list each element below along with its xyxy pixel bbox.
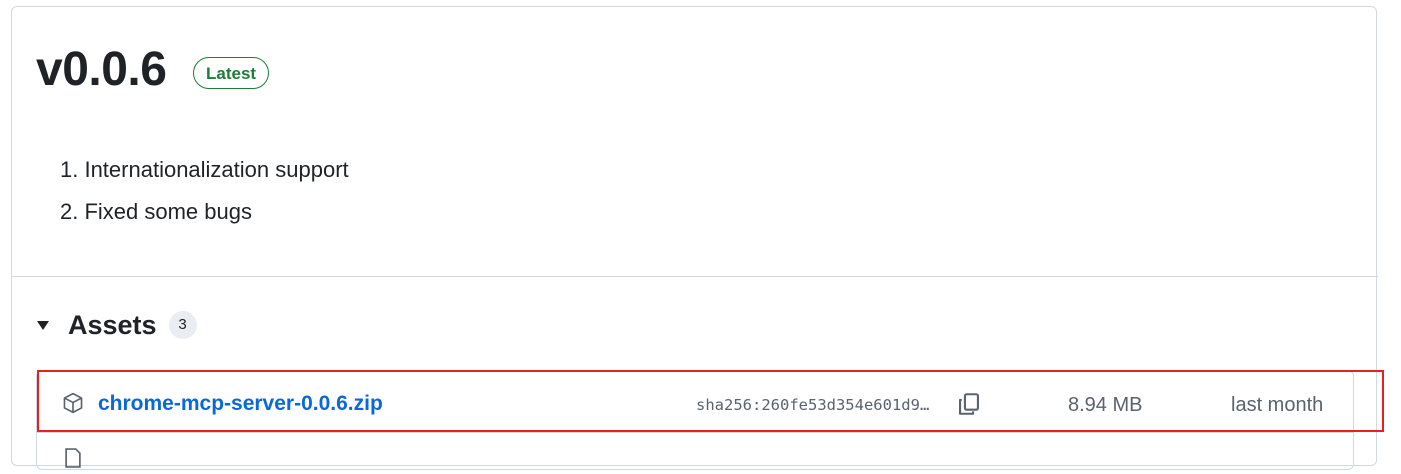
asset-download-link[interactable]: chrome-mcp-server-0.0.6.zip [98, 390, 383, 418]
release-notes-list: 1. Internationalization support 2. Fixed… [60, 152, 349, 236]
package-icon [62, 392, 84, 414]
release-version-title: v0.0.6 [36, 43, 167, 96]
file-zip-icon [62, 447, 84, 469]
asset-row [37, 433, 1353, 473]
release-note-item: 1. Internationalization support [60, 157, 349, 182]
asset-size: 8.94 MB [1068, 394, 1143, 416]
latest-badge: Latest [193, 57, 270, 89]
asset-date: last month [1231, 394, 1324, 416]
triangle-down-icon[interactable] [36, 318, 50, 332]
assets-header[interactable]: Assets 3 [36, 304, 197, 346]
asset-list: chrome-mcp-server-0.0.6.zip sha256:260fe… [36, 370, 1354, 470]
copy-icon[interactable] [954, 389, 984, 419]
asset-row: chrome-mcp-server-0.0.6.zip sha256:260fe… [37, 371, 1353, 433]
assets-count-badge: 3 [168, 311, 197, 339]
release-note-item: 2. Fixed some bugs [60, 199, 252, 224]
asset-sha256: sha256:260fe53d354e601d9… [696, 396, 930, 414]
assets-title: Assets [68, 309, 157, 340]
section-divider [12, 276, 1378, 277]
